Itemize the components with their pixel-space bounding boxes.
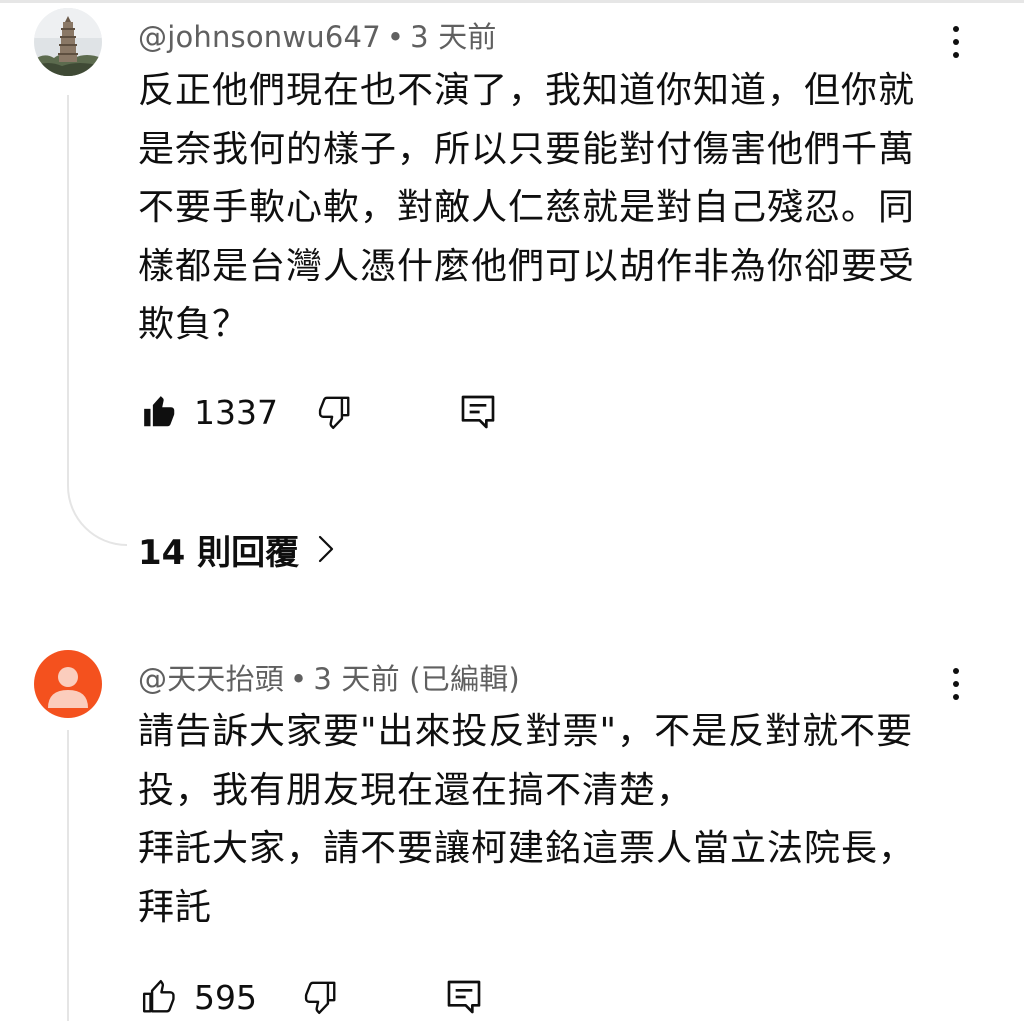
comment-actions: 595 xyxy=(138,972,486,1022)
chevron-right-icon xyxy=(319,535,334,563)
comment-text: 請告訴大家要"出來投反對票"，不是反對就不要投，我有朋友現在還在搞不清楚， 拜託… xyxy=(138,711,916,928)
like-count: 1337 xyxy=(194,392,278,432)
thumbs-up-icon xyxy=(142,979,175,1013)
like-button[interactable] xyxy=(138,975,182,1019)
more-dot xyxy=(953,52,959,58)
like-button[interactable] xyxy=(138,390,182,434)
author-name[interactable]: @天天抬頭 xyxy=(138,662,284,696)
more-options-button[interactable] xyxy=(938,20,974,64)
header-separator: • xyxy=(290,662,308,696)
pagoda-photo-avatar-icon xyxy=(34,8,102,76)
comment-header: @johnsonwu647 • 3 天前 xyxy=(138,14,497,56)
more-dot xyxy=(953,681,959,687)
default-user-avatar-icon xyxy=(34,650,102,718)
author-name[interactable]: @johnsonwu647 xyxy=(138,20,381,54)
comment-header: @天天抬頭 • 3 天前 (已編輯) xyxy=(138,656,520,698)
comment-actions: 1337 xyxy=(138,387,500,437)
comment-text: 反正他們現在也不演了，我知道你知道，但你就是奈我何的樣子，所以只要能對付傷害他們… xyxy=(138,70,916,345)
replies-label: 14 則回覆 xyxy=(138,532,300,573)
view-replies-button[interactable]: 14 則回覆 xyxy=(138,524,335,574)
avatar[interactable] xyxy=(34,8,102,76)
like-count: 595 xyxy=(194,977,257,1017)
reply-button[interactable] xyxy=(456,390,500,434)
reply-button[interactable] xyxy=(442,975,486,1019)
reply-icon xyxy=(461,395,495,429)
dislike-button[interactable] xyxy=(298,975,342,1019)
comment-time: 3 天前 xyxy=(410,20,497,54)
more-vertical-icon xyxy=(953,668,959,674)
reply-icon xyxy=(447,980,481,1014)
more-options-button[interactable] xyxy=(938,662,974,706)
thumbs-down-icon xyxy=(318,396,350,430)
more-dot xyxy=(953,39,959,45)
dislike-button[interactable] xyxy=(312,390,356,434)
thumbs-up-icon xyxy=(144,396,175,427)
thread-connector xyxy=(67,480,127,546)
header-separator: • xyxy=(386,20,405,54)
more-vertical-icon xyxy=(953,26,959,32)
thread-line xyxy=(67,95,69,485)
more-dot xyxy=(953,694,959,700)
thread-line xyxy=(67,730,69,1021)
comment-time: 3 天前 xyxy=(313,662,400,696)
avatar[interactable] xyxy=(34,650,102,718)
top-divider xyxy=(0,0,1024,3)
edited-label: (已編輯) xyxy=(409,662,520,696)
thumbs-down-icon xyxy=(304,981,336,1015)
